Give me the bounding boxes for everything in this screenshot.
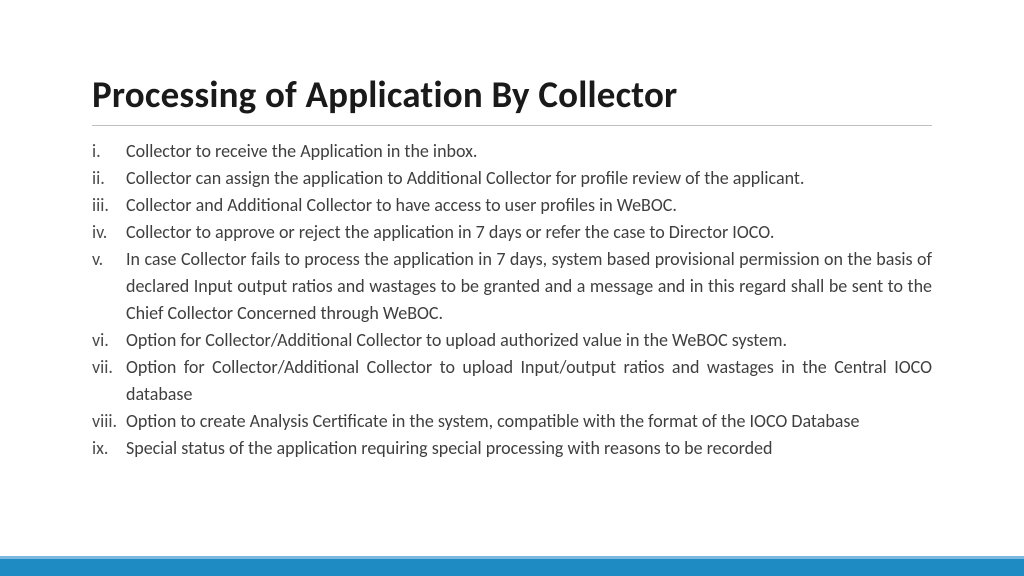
list-item-text: Collector and Additional Collector to ha… bbox=[126, 192, 932, 219]
list-marker: v. bbox=[92, 246, 126, 273]
list-marker: ii. bbox=[92, 165, 126, 192]
list-item: vii.Option for Collector/Additional Coll… bbox=[92, 354, 932, 408]
list-item: iii.Collector and Additional Collector t… bbox=[92, 192, 932, 219]
list-item-text: In case Collector fails to process the a… bbox=[126, 246, 932, 327]
list-item-text: Option for Collector/Additional Collecto… bbox=[126, 327, 932, 354]
list-marker: ix. bbox=[92, 435, 126, 462]
list-marker: iv. bbox=[92, 219, 126, 246]
ordered-list: i.Collector to receive the Application i… bbox=[92, 138, 932, 462]
slide-title: Processing of Application By Collector bbox=[92, 72, 932, 126]
list-marker: vii. bbox=[92, 354, 126, 381]
list-item: i.Collector to receive the Application i… bbox=[92, 138, 932, 165]
decorative-bottom-bar bbox=[0, 556, 1024, 576]
list-item-text: Option to create Analysis Certificate in… bbox=[126, 408, 932, 435]
list-item: ii.Collector can assign the application … bbox=[92, 165, 932, 192]
list-item-text: Option for Collector/Additional Collecto… bbox=[126, 354, 932, 408]
list-item: vi.Option for Collector/Additional Colle… bbox=[92, 327, 932, 354]
list-item: v.In case Collector fails to process the… bbox=[92, 246, 932, 327]
list-marker: vi. bbox=[92, 327, 126, 354]
list-marker: viii. bbox=[92, 408, 126, 435]
list-item-text: Collector can assign the application to … bbox=[126, 165, 932, 192]
list-item-text: Special status of the application requir… bbox=[126, 435, 932, 462]
list-item-text: Collector to receive the Application in … bbox=[126, 138, 932, 165]
list-item: iv.Collector to approve or reject the ap… bbox=[92, 219, 932, 246]
list-marker: iii. bbox=[92, 192, 126, 219]
list-marker: i. bbox=[92, 138, 126, 165]
list-item: viii.Option to create Analysis Certifica… bbox=[92, 408, 932, 435]
list-item-text: Collector to approve or reject the appli… bbox=[126, 219, 932, 246]
slide: Processing of Application By Collector i… bbox=[0, 0, 1024, 576]
list-item: ix.Special status of the application req… bbox=[92, 435, 932, 462]
